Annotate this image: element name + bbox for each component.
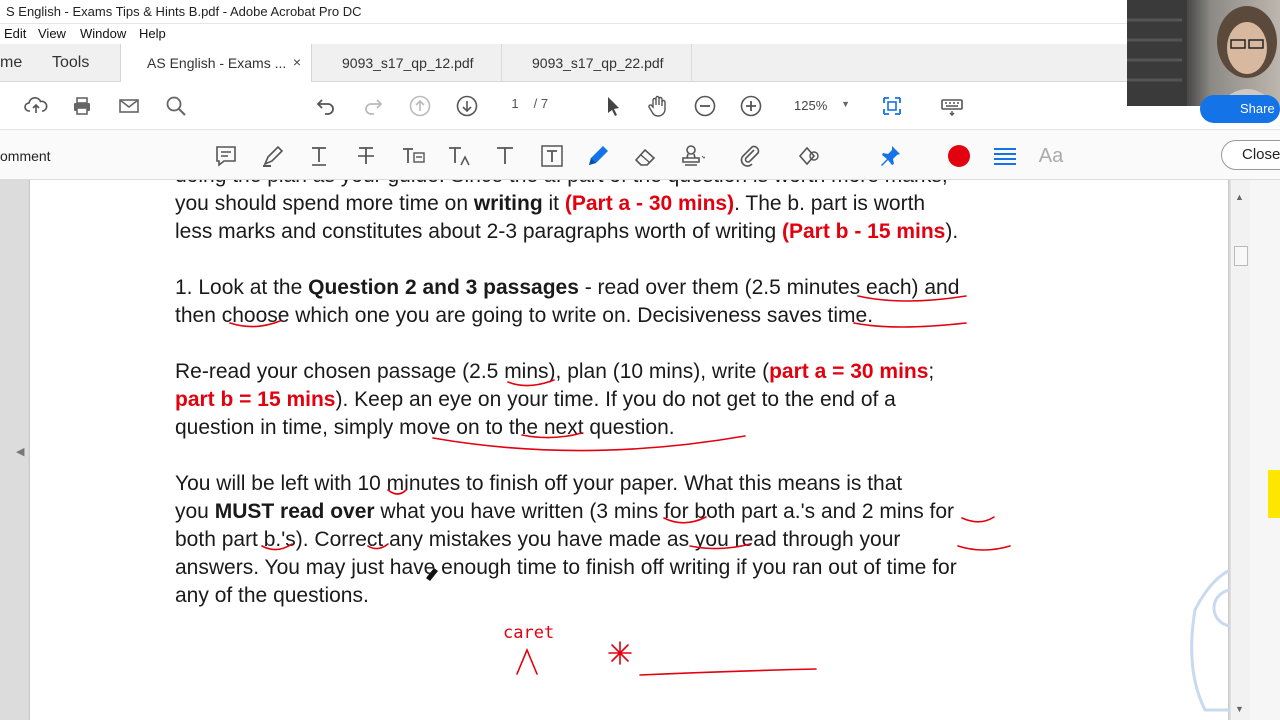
ink-underline [521,432,583,439]
stamp-icon[interactable] [679,143,705,169]
window-title: S English - Exams Tips & Hints B.pdf - A… [6,4,362,19]
attach-file-icon[interactable] [737,143,763,169]
print-icon[interactable] [70,94,94,118]
right-tools-panel [1250,180,1280,720]
owl-logo-icon [1190,568,1230,712]
tab-document-active[interactable]: AS English - Exams ... × [120,44,312,83]
upload-cloud-icon[interactable] [24,94,48,118]
tab-bar: me Tools AS English - Exams ... × 9093_s… [0,44,1280,83]
menu-bar: Edit View Window Help [0,24,1280,44]
underline-text-icon[interactable] [306,143,332,169]
ink-caret-label: caret [503,623,554,643]
document-viewport[interactable]: ◀ ◀ doing the plan as your guide. Since … [0,180,1280,720]
next-page-icon[interactable] [455,94,479,118]
redo-icon [361,94,385,118]
zoom-out-icon[interactable] [693,94,717,118]
ink-underline [261,543,293,551]
tab-close-icon[interactable]: × [293,54,301,70]
ink-underline [853,322,967,328]
eraser-icon[interactable] [632,143,658,169]
highlight-pen-icon[interactable] [260,143,286,169]
scroll-down-icon[interactable]: ▼ [1235,704,1244,714]
tab-document-2[interactable]: 9093_s17_qp_12.pdf [312,44,502,82]
zoom-select[interactable]: 125% ▼ [780,94,856,118]
comment-tool-label: omment [0,148,51,164]
ink-underline [432,435,746,452]
tab-label: AS English - Exams ... [147,55,287,71]
shapes-icon[interactable] [797,143,823,169]
ink-underline [961,516,995,523]
webcam-overlay [1127,0,1280,106]
menu-view[interactable]: View [38,26,66,41]
page-total: / 7 [533,96,549,111]
menu-edit[interactable]: Edit [4,26,26,41]
fit-page-icon[interactable] [880,94,904,118]
tab-tools[interactable]: Tools [52,44,112,82]
menu-help[interactable]: Help [139,26,166,41]
ink-underline [689,543,751,550]
comment-toolbar: omment Aa Close [0,130,1280,180]
page-indicator: 1 / 7 [500,96,548,111]
line-thickness-icon[interactable] [992,143,1018,169]
font-properties-icon[interactable]: Aa [1038,143,1064,169]
search-icon[interactable] [164,94,188,118]
draw-pencil-icon[interactable] [585,143,611,169]
ink-underline [387,489,407,495]
text-box-icon[interactable] [539,143,565,169]
ink-underline [507,379,555,387]
chevron-down-icon: ▼ [841,99,850,109]
zoom-value: 125% [794,98,828,113]
menu-window[interactable]: Window [80,26,126,41]
select-cursor-icon[interactable] [601,94,625,118]
close-tool-button[interactable]: Close [1221,140,1280,170]
ink-underline [229,320,281,328]
email-icon[interactable] [117,94,141,118]
ink-underline [367,543,389,550]
undo-icon[interactable] [314,94,338,118]
tab-document-3[interactable]: 9093_s17_qp_22.pdf [502,44,692,82]
pen-cursor-icon [426,568,438,581]
presenter-video [1127,0,1277,106]
strikethrough-icon[interactable] [353,143,379,169]
share-button[interactable]: Share [1200,95,1280,123]
ink-layer: caret [229,295,1230,712]
scrollbar-thumb[interactable] [1234,246,1248,266]
add-text-icon[interactable] [492,143,518,169]
vertical-scrollbar[interactable]: ▲ ▼ [1230,180,1250,720]
scroll-up-icon[interactable]: ▲ [1235,192,1244,202]
ink-line [639,668,817,676]
replace-text-icon[interactable] [400,143,426,169]
hand-tool-icon[interactable] [646,94,670,118]
color-picker-red-icon[interactable] [946,143,972,169]
page-number-input[interactable]: 1 [500,96,530,111]
keyboard-icon[interactable] [940,94,964,118]
title-bar: S English - Exams Tips & Hints B.pdf - A… [0,0,1280,24]
ink-underline [957,545,1011,551]
main-toolbar: 1 / 7 125% ▼ [0,82,1280,130]
ink-underline [663,516,707,524]
previous-page-icon [408,94,432,118]
ink-underline [857,295,967,302]
tab-home[interactable]: me [0,44,40,82]
insert-text-icon[interactable] [446,143,472,169]
ink-asterisk [608,641,632,665]
zoom-in-icon[interactable] [739,94,763,118]
sticky-note-icon[interactable] [213,143,239,169]
pin-icon[interactable] [877,143,903,169]
ink-caret-symbol [516,647,538,675]
yellow-sticky-tab[interactable] [1268,470,1280,518]
